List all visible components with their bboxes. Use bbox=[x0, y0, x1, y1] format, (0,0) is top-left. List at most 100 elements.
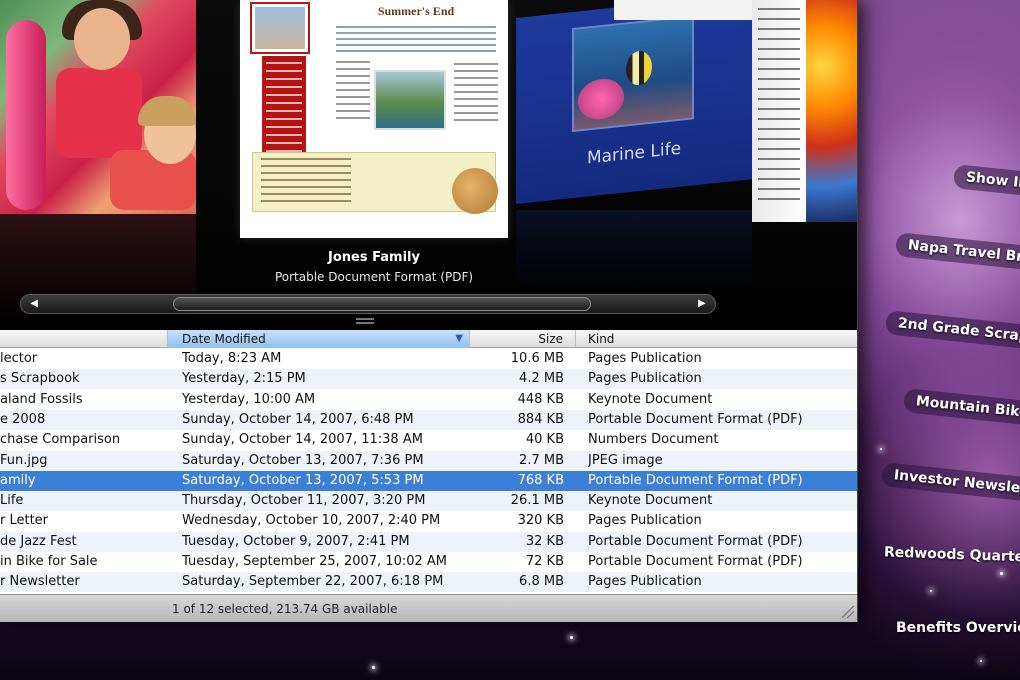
cover-photo-kids[interactable] bbox=[0, 0, 196, 214]
file-name: de Jazz Fest bbox=[0, 533, 77, 549]
file-name: chase Comparison bbox=[0, 432, 121, 448]
table-row-selected[interactable]: amily Saturday, October 13, 2007, 5:53 PM… bbox=[0, 470, 857, 491]
table-row[interactable]: chase Comparison Sunday, October 14, 2007… bbox=[0, 430, 857, 450]
file-name: r Letter bbox=[0, 513, 49, 529]
file-list[interactable]: Date Modified ▼ Size Kind lector Today, 8… bbox=[0, 330, 857, 594]
file-kind: Numbers Document bbox=[588, 432, 719, 448]
doc-photo bbox=[252, 4, 308, 52]
status-bar: 1 of 12 selected, 213.74 GB available bbox=[0, 594, 857, 622]
file-kind: Pages Publication bbox=[588, 574, 702, 590]
column-header-size[interactable]: Size bbox=[470, 330, 576, 348]
table-row[interactable]: lector Today, 8:23 AM 10.6 MB Pages Publica… bbox=[0, 349, 857, 369]
file-name: Fun.jpg bbox=[0, 452, 48, 468]
doc-text bbox=[336, 56, 370, 124]
file-size: 6.8 MB bbox=[519, 574, 564, 590]
scroll-left-icon[interactable]: ◀ bbox=[23, 295, 45, 313]
table-row[interactable]: Life Thursday, October 11, 2007, 3:20 PM 2… bbox=[0, 491, 857, 512]
cover-caption-title: Jones Family bbox=[328, 250, 420, 265]
finder-window: Summer's End Jones Family Portable Docum… bbox=[0, 0, 858, 622]
photo-boat bbox=[6, 20, 46, 210]
file-name: in Bike for Sale bbox=[0, 554, 98, 569]
date-modified: Saturday, October 13, 2007, 5:53 PM bbox=[182, 472, 424, 488]
doc-heading: Summer's End bbox=[377, 4, 455, 18]
cover-pages-document[interactable] bbox=[614, 0, 754, 20]
date-modified: Saturday, October 13, 2007, 7:36 PM bbox=[182, 452, 424, 468]
cover-flow-view[interactable]: Summer's End Jones Family Portable Docum… bbox=[0, 0, 857, 330]
date-modified: Saturday, September 22, 2007, 6:18 PM bbox=[182, 574, 444, 590]
table-row[interactable]: de Jazz Fest Tuesday, October 9, 2007, 2:… bbox=[0, 531, 857, 552]
date-modified: Yesterday, 2:15 PM bbox=[182, 371, 306, 387]
table-row[interactable]: Fun.jpg Saturday, October 13, 2007, 7:36 … bbox=[0, 450, 857, 471]
star bbox=[930, 590, 932, 592]
table-row[interactable]: aland Fossils Yesterday, 10:00 AM 448 KB Ke… bbox=[0, 390, 857, 410]
table-row[interactable]: r Letter Wednesday, October 10, 2007, 2:4… bbox=[0, 511, 857, 531]
doc-lake-photo bbox=[374, 70, 446, 130]
photo-child bbox=[138, 96, 196, 126]
doc-text bbox=[336, 22, 496, 56]
desktop-item-show-in[interactable]: Show In bbox=[952, 164, 1020, 197]
table-row[interactable]: r Newsletter Saturday, September 22, 2007… bbox=[0, 572, 857, 593]
file-size: 320 KB bbox=[517, 513, 564, 529]
desktop-item-investor-newsletter[interactable]: Investor Newslette bbox=[880, 462, 1020, 505]
table-row[interactable]: e 2008 Sunday, October 14, 2007, 6:48 PM 8… bbox=[0, 409, 857, 430]
table-row[interactable]: s Scrapbook Yesterday, 2:15 PM 4.2 MB Pages… bbox=[0, 369, 857, 390]
file-kind: Portable Document Format (PDF) bbox=[588, 411, 803, 427]
star bbox=[980, 660, 982, 662]
file-name: lector bbox=[0, 351, 38, 366]
file-size: 40 KB bbox=[525, 432, 564, 448]
file-kind: Pages Publication bbox=[588, 351, 702, 366]
date-modified: Sunday, October 14, 2007, 6:48 PM bbox=[182, 411, 414, 427]
desktop-item-mountain-bike[interactable]: Mountain Bike A bbox=[902, 388, 1020, 428]
desktop-item-redwoods-quarterly[interactable]: Redwoods Quarterly bbox=[872, 540, 1020, 570]
column-header-name[interactable] bbox=[0, 330, 168, 348]
file-size: 4.2 MB bbox=[519, 371, 564, 387]
file-kind: Keynote Document bbox=[588, 391, 713, 407]
file-kind: Portable Document Format (PDF) bbox=[588, 472, 803, 488]
star bbox=[372, 666, 375, 669]
desktop-item-napa-travel[interactable]: Napa Travel Broc bbox=[894, 232, 1020, 273]
desktop-item-2nd-grade-scrapbook[interactable]: 2nd Grade Scrapb bbox=[884, 310, 1020, 352]
file-name: amily bbox=[0, 472, 36, 488]
file-size: 2.7 MB bbox=[519, 452, 564, 468]
date-modified: Wednesday, October 10, 2007, 2:40 PM bbox=[182, 513, 441, 529]
file-size: 884 KB bbox=[517, 411, 564, 427]
file-name: aland Fossils bbox=[0, 391, 83, 407]
file-size: 32 KB bbox=[525, 533, 564, 549]
date-modified: Sunday, October 14, 2007, 11:38 AM bbox=[182, 432, 423, 448]
split-view-handle[interactable] bbox=[356, 318, 374, 324]
file-kind: Pages Publication bbox=[588, 513, 702, 529]
scroll-thumb[interactable] bbox=[173, 297, 591, 311]
column-header-label: Date Modified bbox=[182, 332, 266, 346]
desktop-item-benefits-overview[interactable]: Benefits Overview bbox=[884, 616, 1020, 640]
coverflow-scrollbar[interactable]: ◀ ▶ bbox=[20, 294, 716, 314]
cover-caption-kind: Portable Document Format (PDF) bbox=[274, 270, 474, 284]
column-header-date[interactable]: Date Modified ▼ bbox=[168, 330, 470, 348]
date-modified: Tuesday, October 9, 2007, 2:41 PM bbox=[182, 533, 410, 549]
file-size: 10.6 MB bbox=[510, 351, 564, 366]
column-header-kind[interactable]: Kind bbox=[576, 330, 857, 348]
table-row[interactable]: in Bike for Sale Tuesday, September 25, 2… bbox=[0, 552, 857, 572]
marine-cover-label: Marine Life bbox=[586, 138, 682, 169]
cover-document-jones-family[interactable]: Summer's End bbox=[240, 0, 508, 238]
file-name: Life bbox=[0, 493, 24, 509]
cover-reflection bbox=[516, 210, 752, 290]
photo-child bbox=[74, 8, 130, 70]
file-size: 448 KB bbox=[517, 391, 564, 407]
cover-keynote-marine-life[interactable]: Marine Life bbox=[516, 0, 752, 204]
file-kind: Pages Publication bbox=[588, 371, 702, 387]
file-kind: Portable Document Format (PDF) bbox=[588, 533, 803, 549]
scroll-right-icon[interactable]: ▶ bbox=[691, 295, 713, 313]
file-kind: JPEG image bbox=[588, 452, 663, 468]
status-text: 1 of 12 selected, 213.74 GB available bbox=[172, 602, 398, 616]
file-kind: Portable Document Format (PDF) bbox=[588, 554, 803, 569]
list-header: Date Modified ▼ Size Kind bbox=[0, 330, 857, 348]
star bbox=[880, 448, 882, 450]
file-size: 72 KB bbox=[525, 554, 564, 569]
cover-flowers-image[interactable] bbox=[806, 0, 857, 222]
file-kind: Keynote Document bbox=[588, 493, 713, 509]
file-size: 768 KB bbox=[517, 472, 564, 488]
cover-pages-document[interactable] bbox=[752, 0, 806, 222]
star bbox=[1000, 572, 1003, 575]
resize-grip-icon[interactable] bbox=[842, 606, 854, 618]
doc-text bbox=[454, 58, 498, 126]
